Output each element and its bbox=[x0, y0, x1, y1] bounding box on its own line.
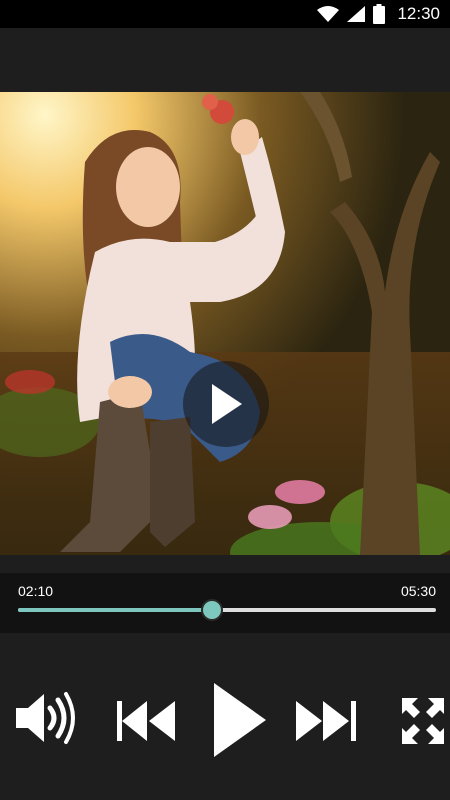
previous-button[interactable] bbox=[117, 701, 175, 746]
seek-thumb[interactable] bbox=[200, 599, 223, 621]
total-time: 05:30 bbox=[400, 583, 436, 599]
volume-button[interactable] bbox=[14, 690, 76, 751]
play-button[interactable] bbox=[210, 681, 268, 764]
wifi-icon bbox=[317, 6, 340, 22]
video-frame[interactable] bbox=[0, 92, 450, 555]
seek-panel: 02:10 05:30 bbox=[0, 573, 450, 633]
video-play-overlay-button[interactable] bbox=[183, 361, 269, 447]
status-icons: 12:30 bbox=[317, 0, 440, 28]
seek-progress bbox=[18, 608, 212, 612]
video-thumbnail bbox=[0, 92, 450, 555]
play-icon bbox=[212, 384, 242, 424]
top-bar bbox=[0, 28, 450, 92]
volume-icon bbox=[16, 692, 75, 744]
cellular-signal-icon bbox=[347, 6, 366, 22]
status-time: 12:30 bbox=[397, 4, 440, 23]
battery-icon bbox=[373, 4, 386, 24]
fullscreen-button[interactable] bbox=[400, 696, 446, 751]
playback-controls bbox=[0, 633, 450, 800]
previous-icon bbox=[117, 701, 175, 741]
status-bar: 12:30 bbox=[0, 0, 450, 28]
fullscreen-icon bbox=[402, 698, 444, 744]
next-icon bbox=[296, 701, 356, 741]
seek-bar[interactable] bbox=[18, 599, 436, 621]
current-time: 02:10 bbox=[18, 583, 54, 599]
play-icon bbox=[214, 683, 266, 757]
next-button[interactable] bbox=[296, 701, 356, 746]
